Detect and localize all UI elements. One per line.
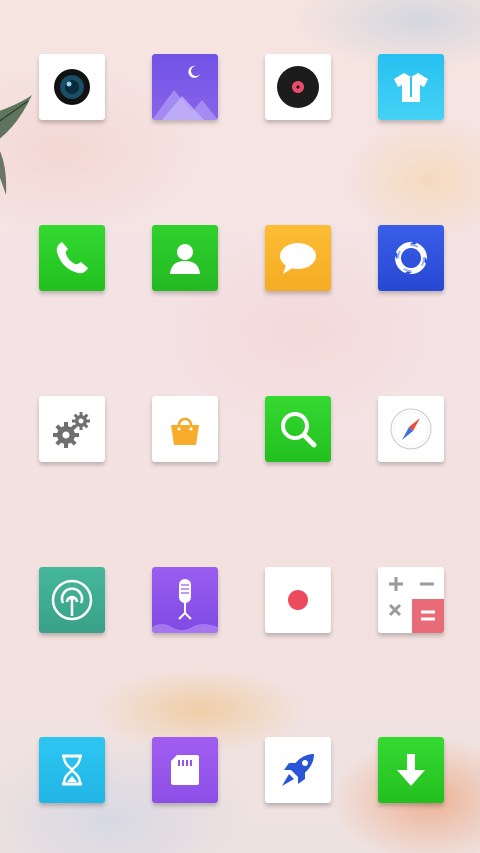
phone-handset-icon [56, 242, 88, 274]
recorder-app[interactable] [152, 567, 218, 633]
record-dot-icon [288, 590, 308, 610]
app-grid [0, 0, 480, 853]
search-magnifier-icon [281, 412, 317, 448]
search-app[interactable] [265, 396, 331, 462]
hourglass-timer-icon [62, 754, 82, 786]
download-app[interactable] [378, 737, 444, 803]
rocket-booster-icon [282, 754, 314, 786]
message-bubble-icon [280, 243, 316, 274]
record-app[interactable] [265, 567, 331, 633]
camera-app[interactable] [39, 54, 105, 120]
booster-app[interactable] [265, 737, 331, 803]
phone-app[interactable] [39, 225, 105, 291]
compass-app[interactable] [378, 396, 444, 462]
themes-app[interactable] [378, 54, 444, 120]
settings-app[interactable] [39, 396, 105, 462]
contacts-app[interactable] [152, 225, 218, 291]
shop-app[interactable] [152, 396, 218, 462]
hotspot-signal-icon [51, 579, 93, 621]
browser-app[interactable] [378, 225, 444, 291]
browser-ring-icon [393, 240, 429, 276]
compass-icon [390, 408, 432, 450]
gallery-app[interactable] [152, 54, 218, 120]
storage-app[interactable] [152, 737, 218, 803]
messages-app[interactable] [265, 225, 331, 291]
calculator-app[interactable] [378, 567, 444, 633]
microphone-recorder-icon [152, 579, 218, 633]
shopping-bag-icon [171, 417, 199, 445]
contact-person-icon [170, 244, 200, 274]
music-app[interactable] [265, 54, 331, 120]
download-arrow-icon [397, 754, 425, 786]
tshirt-theme-icon [394, 73, 428, 102]
calculator-icon [388, 577, 444, 633]
vinyl-record-music-icon [277, 66, 319, 108]
sd-card-icon [171, 755, 199, 785]
timer-app[interactable] [39, 737, 105, 803]
hotspot-app[interactable] [39, 567, 105, 633]
gallery-moon-mountain-icon [152, 65, 218, 120]
settings-gears-icon [53, 412, 90, 448]
camera-lens-icon [54, 69, 90, 105]
